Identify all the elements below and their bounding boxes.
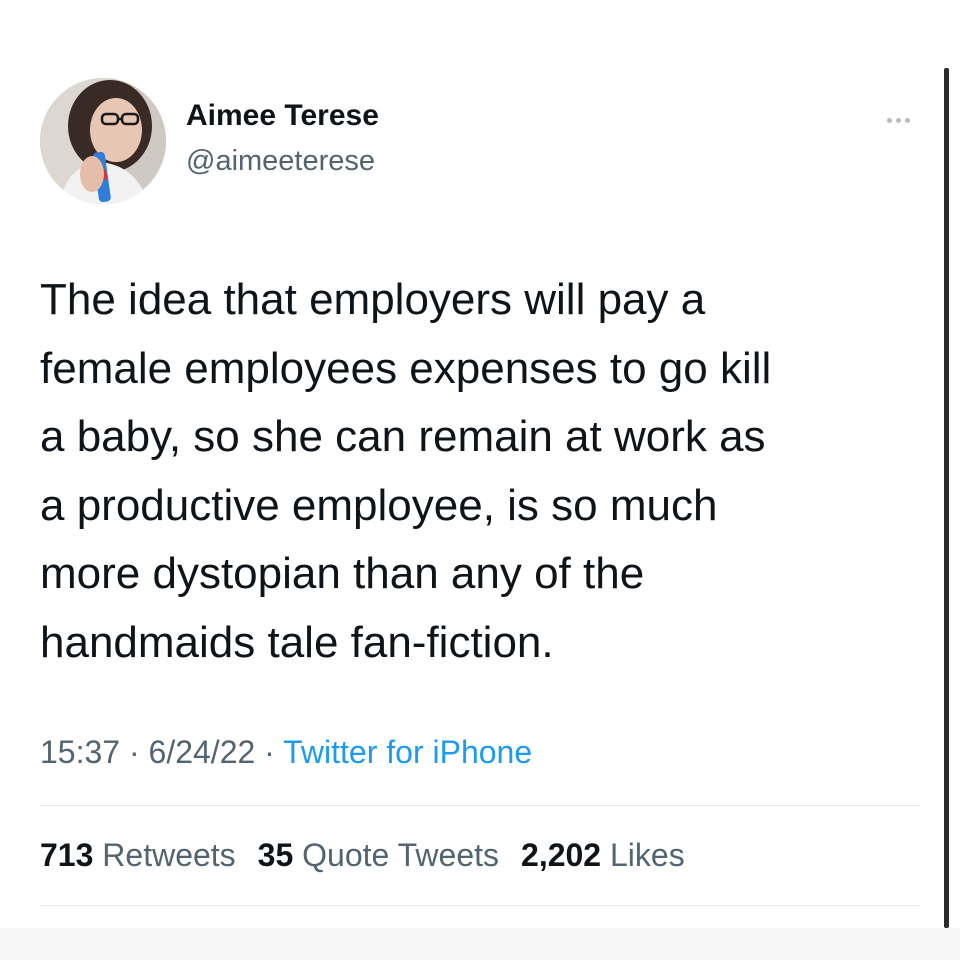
more-options-icon-dot	[904, 117, 910, 123]
more-options-icon-dot	[895, 117, 901, 123]
tweet-source-link[interactable]: Twitter for iPhone	[283, 734, 532, 770]
retweets-stat[interactable]: 713 Retweets	[40, 837, 236, 874]
retweets-label: Retweets	[102, 837, 236, 873]
tweet-meta: 15:37 · 6/24/22 · Twitter for iPhone	[40, 734, 532, 771]
tweet-time[interactable]: 15:37	[40, 734, 120, 770]
bottom-strip	[0, 928, 960, 960]
tweet-date[interactable]: 6/24/22	[149, 734, 256, 770]
likes-stat[interactable]: 2,202 Likes	[521, 837, 685, 874]
divider	[40, 805, 920, 806]
quote-tweets-stat[interactable]: 35 Quote Tweets	[258, 837, 499, 874]
tweet-screenshot: Aimee Terese @aimeeterese The idea that …	[0, 0, 960, 960]
meta-separator: ·	[128, 734, 149, 770]
retweets-count: 713	[40, 837, 94, 873]
author-display-name[interactable]: Aimee Terese	[186, 99, 379, 133]
engagement-stats: 713 Retweets 35 Quote Tweets 2,202 Likes	[40, 837, 685, 874]
meta-separator: ·	[264, 734, 284, 770]
author-handle[interactable]: @aimeeterese	[186, 145, 375, 178]
tweet-text: The idea that employers will pay a femal…	[40, 275, 772, 667]
avatar-photo	[40, 78, 166, 204]
more-options-button[interactable]	[876, 108, 920, 132]
quote-tweets-count: 35	[257, 837, 294, 873]
scrollbar[interactable]	[944, 68, 949, 928]
avatar[interactable]	[40, 78, 166, 204]
likes-label: Likes	[609, 837, 685, 873]
quote-tweets-label: Quote Tweets	[302, 837, 500, 873]
likes-count: 2,202	[521, 837, 602, 873]
divider	[40, 905, 920, 906]
more-options-icon	[886, 117, 892, 123]
